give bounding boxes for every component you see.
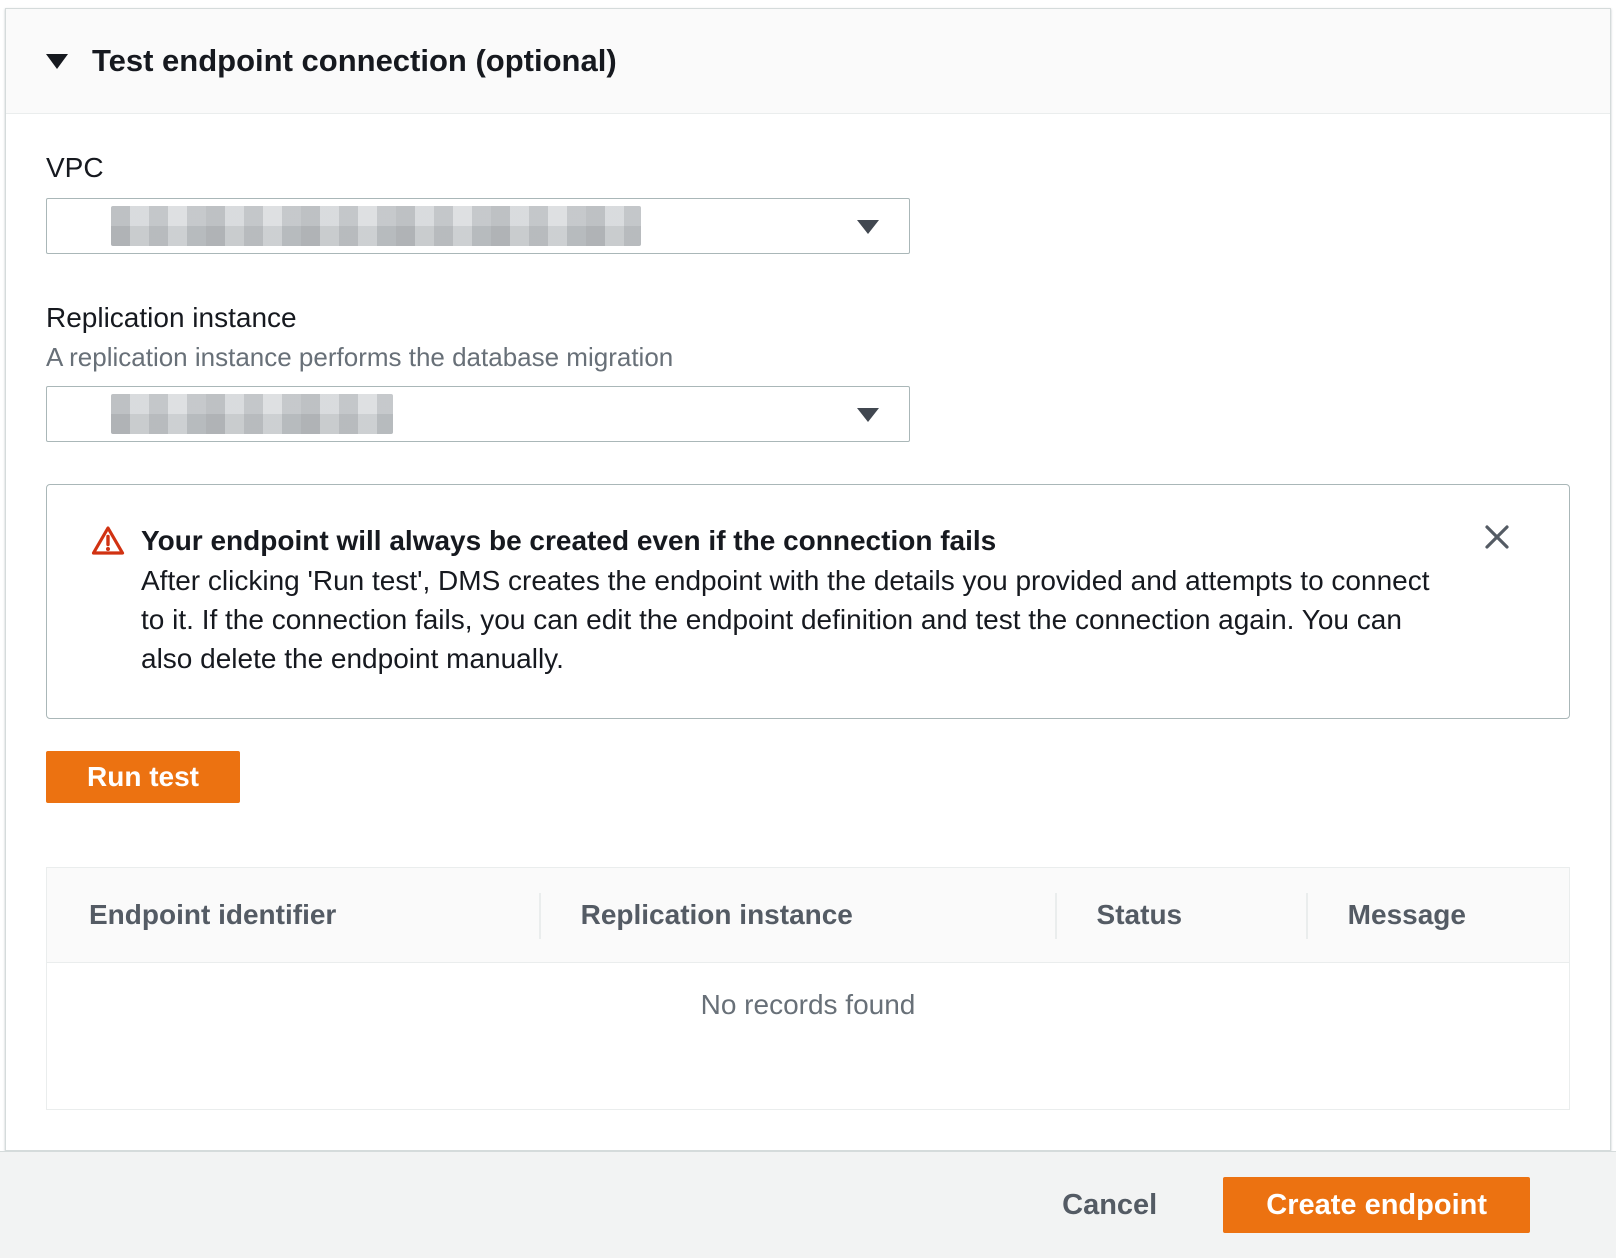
column-header-status: Status bbox=[1055, 868, 1306, 962]
page: Test endpoint connection (optional) VPC … bbox=[0, 0, 1616, 1258]
chevron-down-icon bbox=[857, 220, 879, 234]
column-header-message: Message bbox=[1306, 868, 1569, 962]
vpc-field: VPC bbox=[46, 150, 1570, 254]
replication-instance-label: Replication instance bbox=[46, 300, 1570, 336]
chevron-down-icon bbox=[857, 408, 879, 422]
create-endpoint-button[interactable]: Create endpoint bbox=[1223, 1177, 1530, 1233]
cancel-button[interactable]: Cancel bbox=[1058, 1179, 1161, 1232]
column-header-replication-instance: Replication instance bbox=[539, 868, 1055, 962]
section-content: VPC Replication instance A replication i… bbox=[6, 114, 1610, 1150]
table-header-row: Endpoint identifier Replication instance… bbox=[47, 868, 1569, 963]
vpc-label: VPC bbox=[46, 150, 1570, 186]
empty-state-message: No records found bbox=[47, 963, 1569, 1109]
redacted-value bbox=[111, 394, 393, 434]
triangle-down-icon bbox=[46, 54, 68, 69]
replication-instance-field: Replication instance A replication insta… bbox=[46, 300, 1570, 442]
form-footer: Cancel Create endpoint bbox=[0, 1151, 1616, 1258]
warning-body: After clicking 'Run test', DMS creates t… bbox=[141, 561, 1441, 678]
page-title: Test endpoint connection (optional) bbox=[92, 39, 617, 83]
dismiss-warning-button[interactable] bbox=[1477, 517, 1517, 557]
warning-alert: Your endpoint will always be created eve… bbox=[46, 484, 1570, 719]
replication-instance-description: A replication instance performs the data… bbox=[46, 340, 1570, 374]
warning-triangle-icon bbox=[91, 525, 125, 561]
close-icon bbox=[1481, 521, 1513, 553]
section-header[interactable]: Test endpoint connection (optional) bbox=[6, 9, 1610, 114]
replication-instance-select[interactable] bbox=[46, 386, 910, 442]
vpc-select[interactable] bbox=[46, 198, 910, 254]
warning-title: Your endpoint will always be created eve… bbox=[141, 521, 996, 561]
connection-results-table: Endpoint identifier Replication instance… bbox=[46, 867, 1570, 1110]
redacted-value bbox=[111, 206, 641, 246]
column-header-endpoint-identifier: Endpoint identifier bbox=[47, 868, 539, 962]
test-endpoint-connection-panel: Test endpoint connection (optional) VPC … bbox=[5, 8, 1611, 1151]
run-test-button[interactable]: Run test bbox=[46, 751, 240, 803]
